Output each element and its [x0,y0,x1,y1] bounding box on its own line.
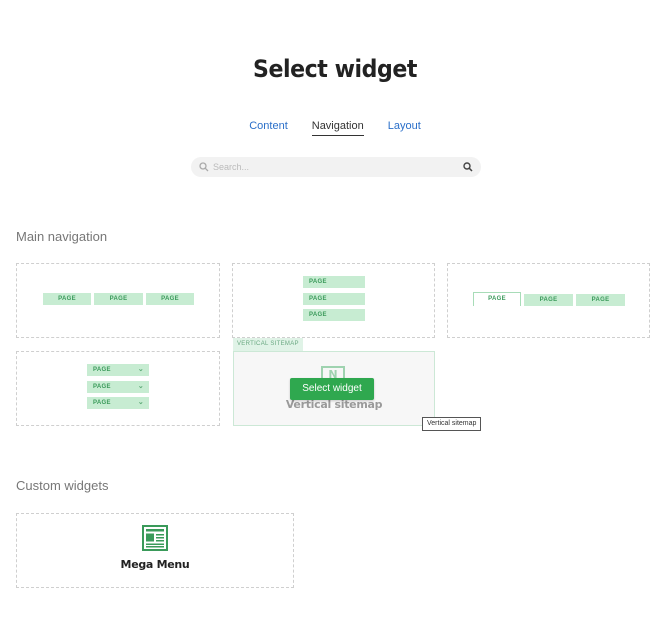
page-chip: PAGE [303,309,365,321]
page-chip: PAGE [303,293,365,305]
search-icon [199,162,209,172]
page-chip: PAGE ⌄ [87,381,149,393]
tab-navigation[interactable]: Navigation [311,120,364,136]
page-chip: PAGE ⌄ [87,397,149,409]
category-tabs: Content Navigation Layout [0,120,670,136]
select-widget-button[interactable]: Select widget [290,378,374,400]
page-chip-label: PAGE [93,367,111,373]
widget-type-tag: VERTICAL SITEMAP [233,338,303,351]
page-chip: PAGE [94,293,143,305]
section-title-custom-widgets: Custom widgets [16,478,109,493]
page-chip-label: PAGE [93,384,111,390]
page-chip: PAGE ⌄ [87,364,149,376]
page-chip-active: PAGE [473,292,521,306]
tab-content[interactable]: Content [249,120,288,136]
tooltip: Vertical sitemap [422,417,482,431]
chevron-down-icon: ⌄ [137,383,144,390]
page-chip: PAGE [524,294,573,306]
page-title: Select widget [253,55,417,83]
mega-menu-icon [142,525,168,551]
page-chip: PAGE [303,276,365,288]
page-chip: PAGE [43,293,91,305]
page-chip-label: PAGE [93,400,111,406]
search-input[interactable] [213,162,463,172]
tab-layout[interactable]: Layout [388,120,421,136]
search-bar [191,157,481,177]
page-chip: PAGE [576,294,625,306]
mega-menu-label: Mega Menu [120,558,190,571]
page-chip: PAGE [146,293,194,305]
chevron-down-icon: ⌄ [137,399,144,406]
chevron-down-icon: ⌄ [137,366,144,373]
search-submit-icon[interactable] [463,162,473,172]
section-title-main-navigation: Main navigation [16,229,108,244]
